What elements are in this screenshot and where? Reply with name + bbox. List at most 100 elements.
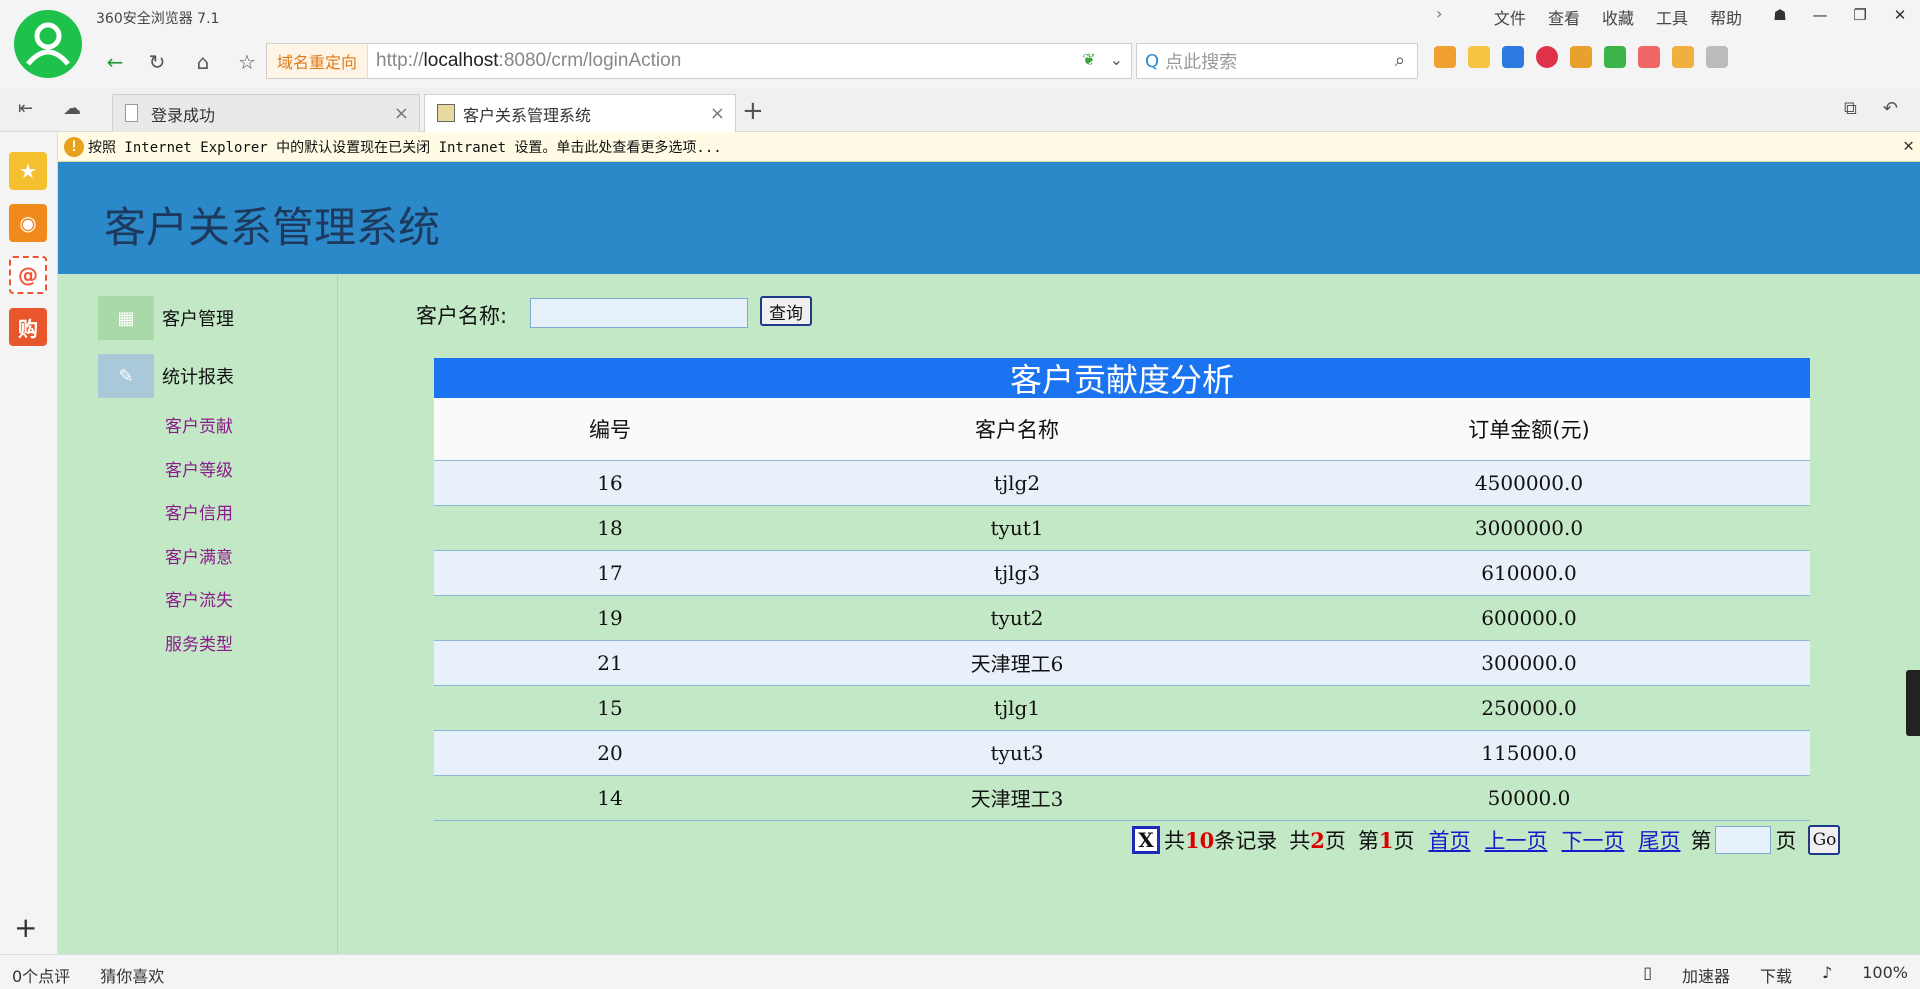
table-row: 16 tjlg2 4500000.0 (434, 460, 1810, 506)
link-customer-contribution[interactable]: 客户贡献 (165, 412, 233, 437)
menu-statistics-reports[interactable]: ✎ 统计报表 (98, 354, 234, 398)
total-records: 10 (1185, 827, 1215, 853)
emoji-icon[interactable] (1468, 46, 1490, 68)
security-info-bar[interactable]: ! 按照 Internet Explorer 中的默认设置现在已关闭 Intra… (58, 132, 1920, 162)
chevron-down-icon[interactable]: ⌄ (1110, 50, 1123, 69)
tab-login-success[interactable]: 登录成功 × (112, 94, 420, 132)
new-tab-button[interactable]: + (742, 96, 764, 126)
favicon-icon (437, 104, 455, 122)
user-icon (26, 22, 70, 66)
download-button[interactable]: 下载 (1760, 963, 1792, 987)
back-icon[interactable]: ← (98, 46, 132, 78)
excel-export-icon[interactable]: X (1132, 826, 1160, 854)
query-button[interactable]: 查询 (760, 296, 812, 326)
chevron-right-icon[interactable]: › (1436, 4, 1442, 23)
cell-order-amount: 300000.0 (1248, 640, 1810, 686)
grid-apps-icon[interactable] (1502, 46, 1524, 68)
link-service-type[interactable]: 服务类型 (165, 630, 233, 655)
go-button[interactable]: Go (1808, 825, 1841, 855)
menu-tools[interactable]: 工具 (1656, 5, 1688, 29)
side-scroll-tab[interactable] (1906, 670, 1920, 736)
search-engine-icon[interactable]: Q (1145, 51, 1159, 72)
plugin-bar (1434, 46, 1728, 68)
page-content: 客户关系管理系统 ▦ 客户管理 ✎ 统计报表 客户贡献 客户等级 客户信用 客户… (58, 162, 1920, 954)
cloud-icon[interactable]: ☁ (63, 98, 81, 119)
sidebar-toggle-icon[interactable]: ⇤ (18, 98, 33, 119)
comments-status[interactable]: 0个点评 (12, 963, 70, 987)
recommend-status[interactable]: 猜你喜欢 (100, 963, 164, 987)
cell-customer-name: tjlg3 (786, 550, 1248, 596)
apps-icon[interactable] (1434, 46, 1456, 68)
customer-name-label: 客户名称: (416, 304, 508, 328)
minimize-button[interactable]: — (1800, 0, 1840, 30)
star-icon[interactable]: ☆ (230, 46, 264, 78)
phone-icon[interactable]: ▯ (1643, 963, 1652, 987)
restore-button[interactable]: ❐ (1840, 0, 1880, 30)
cell-id: 19 (434, 595, 786, 641)
app-title: 360安全浏览器 7.1 (96, 11, 220, 27)
favorites-star-icon[interactable]: ★ (9, 152, 47, 190)
link-customer-churn[interactable]: 客户流失 (165, 586, 233, 611)
link-customer-credit[interactable]: 客户信用 (165, 499, 233, 524)
undo-icon[interactable]: ↶ (1883, 98, 1898, 119)
refresh-icon[interactable]: ↻ (140, 46, 174, 78)
close-icon[interactable]: × (710, 103, 725, 124)
home-icon[interactable]: ⌂ (186, 46, 220, 78)
secure-leaf-icon[interactable]: ❦ (1082, 50, 1095, 69)
link-customer-level[interactable]: 客户等级 (165, 456, 233, 481)
page-jump-input[interactable] (1715, 826, 1772, 854)
cell-customer-name: 天津理工3 (786, 775, 1248, 821)
photo-icon[interactable] (1570, 46, 1592, 68)
cell-customer-name: 天津理工6 (786, 640, 1248, 686)
tab-list-icon[interactable]: ⧉ (1844, 98, 1857, 119)
cell-id: 20 (434, 730, 786, 776)
weibo-icon[interactable]: ◉ (9, 204, 47, 242)
next-page-link[interactable]: 下一页 (1561, 825, 1624, 855)
close-icon[interactable]: × (394, 103, 409, 124)
menu-file[interactable]: 文件 (1494, 5, 1526, 29)
prev-page-link[interactable]: 上一页 (1484, 825, 1547, 855)
tools-icon[interactable] (1672, 46, 1694, 68)
close-window-button[interactable]: ✕ (1880, 0, 1920, 30)
menu-view[interactable]: 查看 (1548, 5, 1580, 29)
url-text: http://localhost:8080/crm/loginAction (376, 50, 682, 71)
report-table: 编号 客户名称 订单金额(元) 16 tjlg2 4500000.0 18 ty… (434, 398, 1810, 821)
table-row: 14 天津理工3 50000.0 (434, 775, 1810, 821)
cell-order-amount: 50000.0 (1248, 775, 1810, 821)
tab-crm-system[interactable]: 客户关系管理系统 × (424, 94, 736, 132)
address-bar-row: ← ↻ ⌂ ☆ 域名重定向 http://localhost:8080/crm/… (0, 32, 1920, 88)
menu-help[interactable]: 帮助 (1710, 5, 1742, 29)
report-title: 客户贡献度分析 (434, 358, 1810, 399)
mail-icon[interactable]: @ (9, 256, 47, 294)
skin-icon[interactable]: ☗ (1760, 0, 1800, 30)
menu-favorites[interactable]: 收藏 (1602, 5, 1634, 29)
sound-icon[interactable]: ♪ (1822, 963, 1832, 987)
shopping-icon[interactable]: 购 (9, 308, 47, 346)
shield-plugin-icon[interactable] (1604, 46, 1626, 68)
screenshot-icon[interactable] (1706, 46, 1728, 68)
column-header-id: 编号 (434, 398, 786, 461)
cell-id: 14 (434, 775, 786, 821)
user-avatar[interactable] (14, 10, 82, 78)
cell-order-amount: 3000000.0 (1248, 505, 1810, 551)
address-input[interactable]: 域名重定向 http://localhost:8080/crm/loginAct… (266, 43, 1132, 79)
zoom-level[interactable]: 100% (1862, 963, 1908, 987)
target-icon[interactable] (1536, 46, 1558, 68)
menu-customer-management[interactable]: ▦ 客户管理 (98, 296, 234, 340)
customer-name-input[interactable] (530, 298, 748, 328)
tab-bar: ⇤ ☁ 登录成功 × 客户关系管理系统 × + ⧉ ↶ (0, 88, 1920, 132)
cell-order-amount: 115000.0 (1248, 730, 1810, 776)
browser-sidebar: ★ ◉ @ 购 + (0, 132, 58, 954)
close-icon[interactable]: ✕ (1903, 135, 1914, 156)
link-customer-satisfaction[interactable]: 客户满意 (165, 543, 233, 568)
warning-shield-icon: ! (64, 137, 84, 157)
accelerator-button[interactable]: 加速器 (1682, 963, 1730, 987)
cell-customer-name: tyut3 (786, 730, 1248, 776)
last-page-link[interactable]: 尾页 (1638, 825, 1680, 855)
translate-icon[interactable] (1638, 46, 1660, 68)
search-icon[interactable]: ⌕ (1395, 50, 1405, 71)
first-page-link[interactable]: 首页 (1428, 825, 1470, 855)
search-box[interactable]: Q 点此搜索 ⌕ (1136, 43, 1418, 79)
pagination: X 共 10 条记录 共2页 第1页 首页 上一页 下一页 尾页 第 页 Go (1132, 825, 1841, 855)
add-icon[interactable]: + (14, 911, 37, 944)
